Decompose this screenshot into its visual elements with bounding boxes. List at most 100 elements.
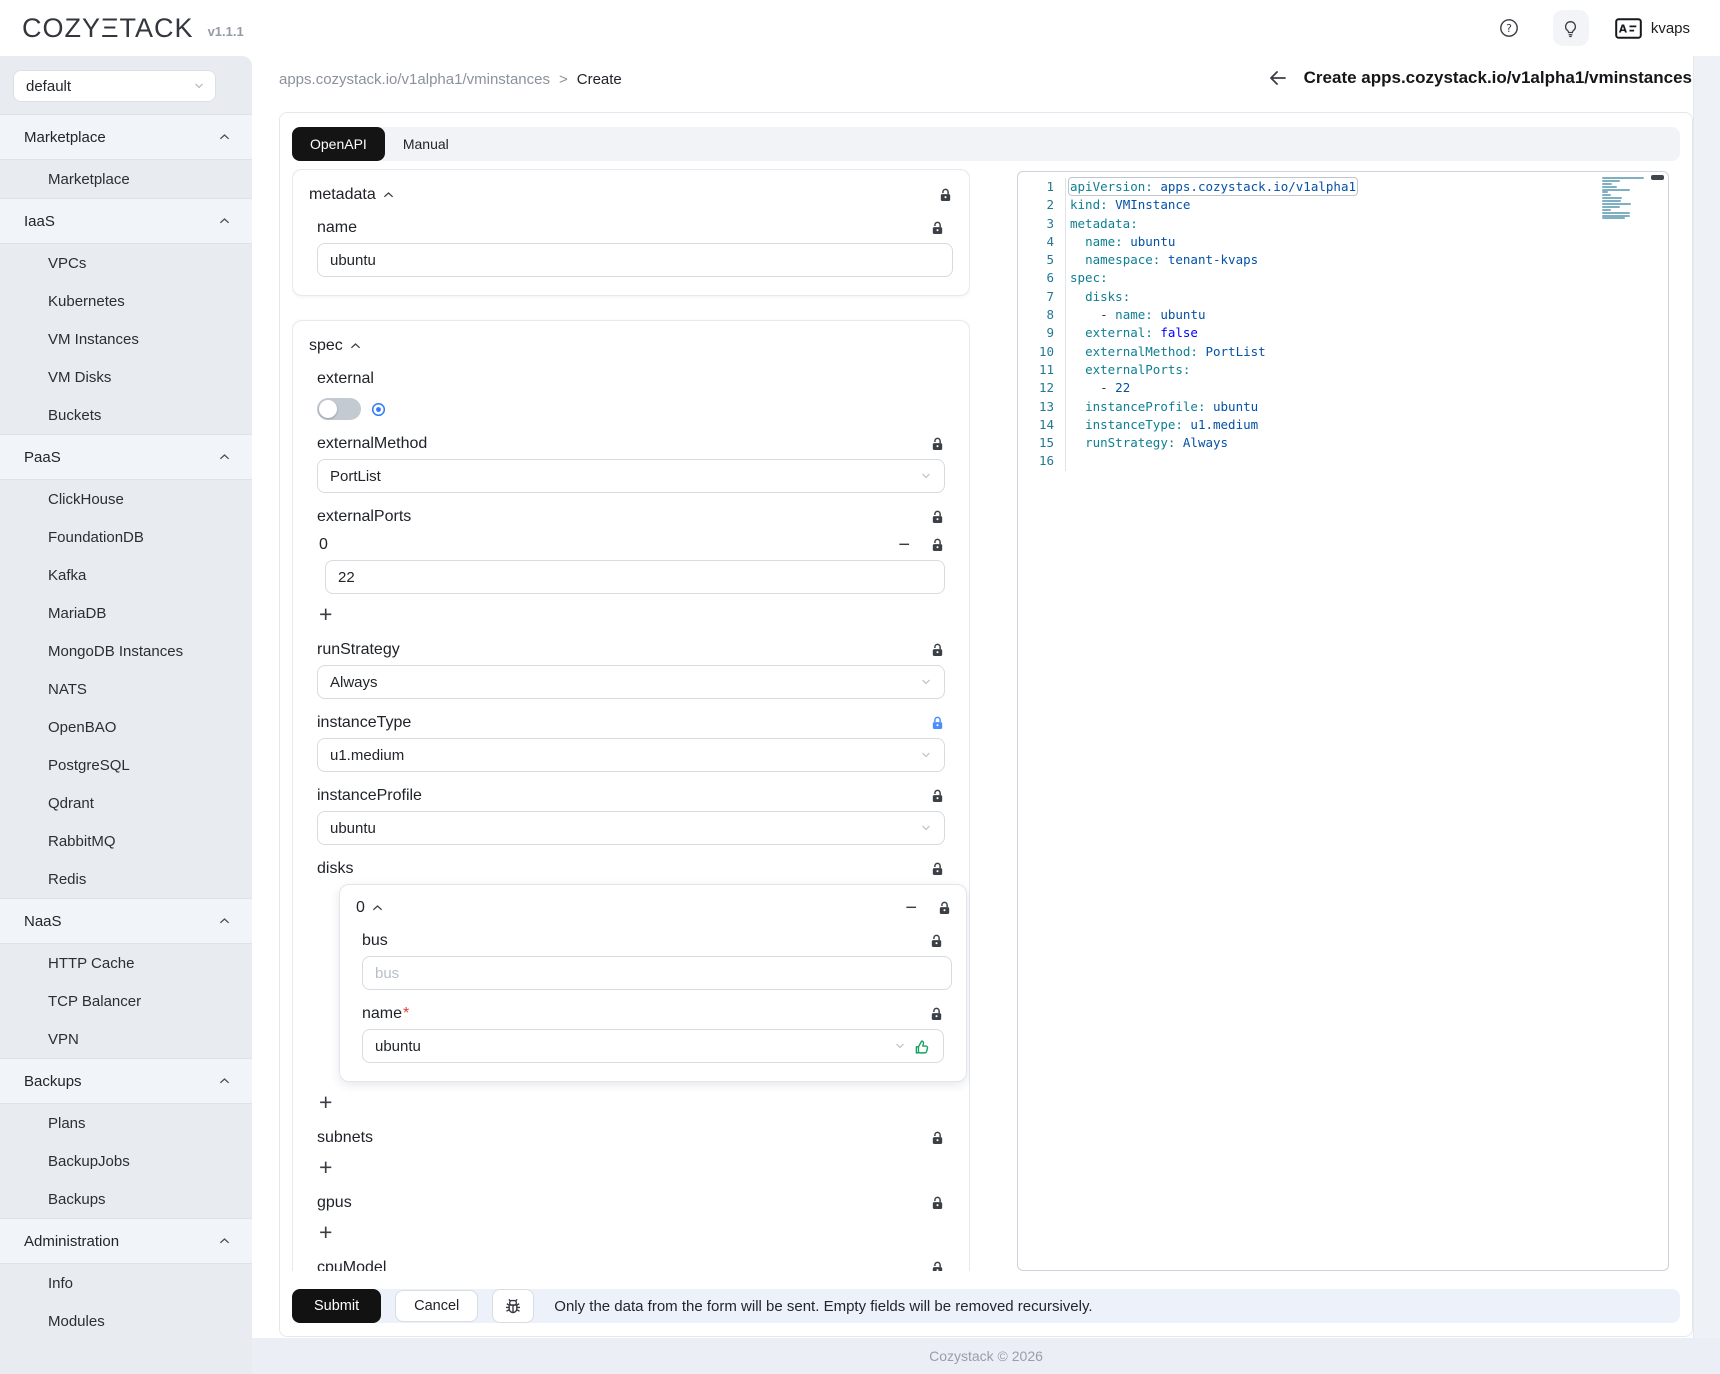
lock-open-icon[interactable] [930,1260,945,1271]
sidebar-item-backups[interactable]: Backups [0,1180,252,1218]
theme-button[interactable] [1553,10,1589,46]
line-number: 12 [1018,379,1054,397]
sidebar-item-vpcs[interactable]: VPCs [0,244,252,282]
field-label-row-externalmethod: externalMethod [317,435,945,453]
name-input[interactable] [317,243,953,277]
sidebar-item-qdrant[interactable]: Qdrant [0,784,252,822]
add-externalports-item-button[interactable]: + [319,602,341,626]
add-gpus-item-button[interactable]: + [319,1220,341,1244]
add-disks-item-button[interactable]: + [319,1090,341,1114]
submit-button[interactable]: Submit [292,1289,381,1323]
editor-minimap[interactable] [1602,177,1646,223]
chevron-up-icon[interactable] [219,917,230,925]
minimap-line [1602,203,1631,205]
chevron-up-icon[interactable] [219,217,230,225]
sidebar-item-kubernetes[interactable]: Kubernetes [0,282,252,320]
help-button[interactable]: ? [1491,10,1527,46]
sidebar-item-mariadb[interactable]: MariaDB [0,594,252,632]
sidebar-section-header-backups[interactable]: Backups [0,1058,252,1104]
user-menu[interactable]: A kvaps [1615,18,1690,39]
disk-item-index[interactable]: 0 [356,899,383,917]
chevron-down-icon [920,822,932,834]
chevron-up-icon[interactable] [219,133,230,141]
sidebar-item-redis[interactable]: Redis [0,860,252,898]
sidebar-item-buckets[interactable]: Buckets [0,396,252,434]
radio-selected-icon[interactable] [371,402,386,417]
lock-open-icon[interactable] [930,1195,945,1211]
lock-open-icon[interactable] [930,509,945,525]
sidebar-item-vm-disks[interactable]: VM Disks [0,358,252,396]
chevron-up-icon[interactable] [219,1077,230,1085]
remove-item-button[interactable]: − [905,901,917,915]
externalports-item-input[interactable] [325,560,945,594]
sidebar-item-info[interactable]: Info [0,1264,252,1302]
remove-item-button[interactable]: − [898,538,910,552]
sidebar-item-vpn[interactable]: VPN [0,1020,252,1058]
lock-open-icon[interactable] [929,933,944,949]
yaml-line-10: 10 externalMethod: PortList [1018,343,1668,361]
lock-open-icon[interactable] [929,1006,944,1022]
chevron-up-icon[interactable] [219,453,230,461]
chevron-up-icon[interactable] [219,1237,230,1245]
project-select[interactable]: default [13,70,216,102]
sidebar-item-foundationdb[interactable]: FoundationDB [0,518,252,556]
breadcrumb-link[interactable]: apps.cozystack.io/v1alpha1/vminstances [279,71,550,88]
tab-manual[interactable]: Manual [385,127,467,161]
page-scrollbar-gutter[interactable] [1693,56,1720,1374]
lock-open-icon[interactable] [938,187,953,203]
tab-openapi[interactable]: OpenAPI [292,127,385,161]
sidebar-item-plans[interactable]: Plans [0,1104,252,1142]
sidebar-section-header-paas[interactable]: PaaS [0,434,252,480]
field-label: name [317,219,357,237]
sidebar-section-header-administration[interactable]: Administration [0,1218,252,1264]
sidebar-item-backupjobs[interactable]: BackupJobs [0,1142,252,1180]
runstrategy-select[interactable]: Always [317,665,945,699]
instancetype-select[interactable]: u1.medium [317,738,945,772]
sidebar-item-vm-instances[interactable]: VM Instances [0,320,252,358]
back-button[interactable] [1266,68,1288,88]
sidebar-item-tcp-balancer[interactable]: TCP Balancer [0,982,252,1020]
bus-input[interactable] [362,956,952,990]
cancel-button[interactable]: Cancel [395,1290,478,1322]
debug-button[interactable] [492,1289,534,1323]
sidebar-item-kafka[interactable]: Kafka [0,556,252,594]
instanceprofile-select[interactable]: ubuntu [317,811,945,845]
sidebar-item-nats[interactable]: NATS [0,670,252,708]
sidebar-section-header-naas[interactable]: NaaS [0,898,252,944]
editor-scrollbar-thumb[interactable] [1651,175,1664,180]
sidebar-item-postgresql[interactable]: PostgreSQL [0,746,252,784]
metadata-section-title[interactable]: metadata [309,186,394,204]
lock-open-icon[interactable] [930,1130,945,1146]
yaml-editor[interactable]: 1 apiVersion: apps.cozystack.io/v1alpha1… [1017,171,1669,1271]
lock-open-icon[interactable] [930,537,945,553]
field-label: bus [362,932,388,950]
chevron-up-icon[interactable] [350,342,361,350]
name-select[interactable]: ubuntu [362,1029,944,1063]
chevron-up-icon[interactable] [383,191,394,199]
externalmethod-select[interactable]: PortList [317,459,945,493]
lock-open-icon[interactable] [930,220,945,236]
sidebar-item-marketplace[interactable]: Marketplace [0,160,252,198]
breadcrumb-separator: > [559,71,568,88]
sidebar-item-openbao[interactable]: OpenBAO [0,708,252,746]
sidebar-item-http-cache[interactable]: HTTP Cache [0,944,252,982]
sidebar-item-modules[interactable]: Modules [0,1302,252,1340]
lock-open-icon[interactable] [930,788,945,804]
sidebar-item-mongodb-instances[interactable]: MongoDB Instances [0,632,252,670]
external-toggle[interactable] [317,398,361,420]
lock-open-icon[interactable] [937,900,952,916]
line-number: 1 [1018,178,1054,196]
sidebar-item-rabbitmq[interactable]: RabbitMQ [0,822,252,860]
lock-open-icon[interactable] [930,436,945,452]
lock-open-icon[interactable] [930,861,945,877]
lock-open-icon[interactable] [930,642,945,658]
lock-closed-icon[interactable] [930,715,945,731]
sidebar-item-clickhouse[interactable]: ClickHouse [0,480,252,518]
sidebar-section-header-iaas[interactable]: IaaS [0,198,252,244]
sidebar-section-naas: NaaS HTTP CacheTCP BalancerVPN [0,898,252,1058]
chevron-up-icon[interactable] [372,904,383,912]
add-subnets-item-button[interactable]: + [319,1155,341,1179]
thumbs-up-icon[interactable] [914,1038,931,1055]
spec-section-title[interactable]: spec [309,337,361,355]
sidebar-section-header-marketplace[interactable]: Marketplace [0,114,252,160]
